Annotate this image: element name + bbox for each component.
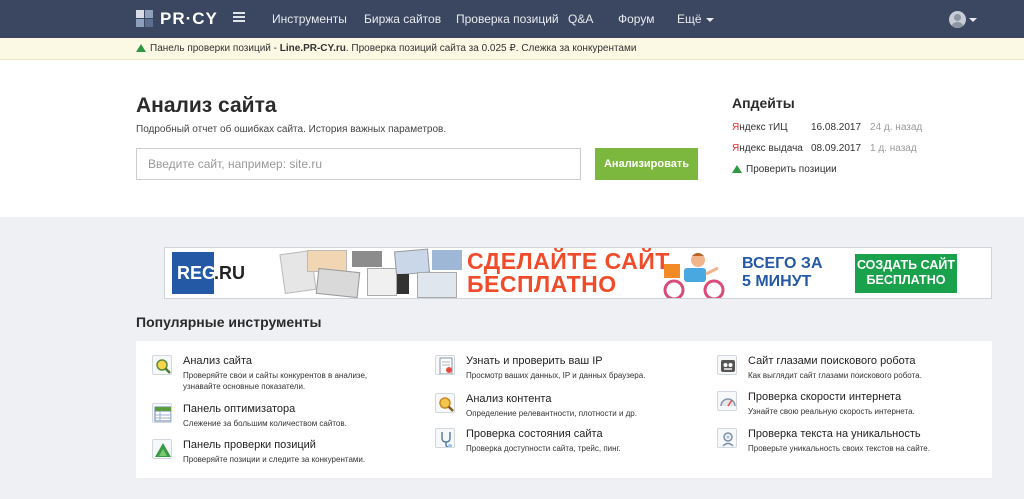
banner-headline-1: СДЕЛАЙТЕ САЙТ <box>467 248 670 274</box>
tool-name[interactable]: Проверка скорости интернета <box>748 391 901 404</box>
ad-banner[interactable]: REG .RU СДЕЛАЙТЕ САЙТ БЕСПЛАТНО ВСЕГО ЗА… <box>164 247 992 299</box>
tool-description: Слежение за большим количеством сайтов. <box>183 419 347 428</box>
magnifier-icon <box>152 355 172 375</box>
website-collage-image <box>277 248 462 298</box>
tool-name[interactable]: Проверка состояния сайта <box>466 428 603 441</box>
tool-name[interactable]: Сайт глазами поискового робота <box>748 355 916 368</box>
content-magnifier-icon <box>435 393 455 413</box>
banner-mid-1: ВСЕГО ЗА <box>742 255 823 272</box>
promo-text[interactable]: Панель проверки позиций - Line.PR-CY.ru.… <box>136 42 636 55</box>
top-navbar: PR·CY Инструменты Биржа сайтов Проверка … <box>0 0 1024 38</box>
nav-item-forum[interactable]: Форум <box>618 11 654 27</box>
popular-tools-panel: Анализ сайта Проверяйте свои и сайты кон… <box>136 341 992 478</box>
nav-item-tools[interactable]: Инструменты <box>272 11 347 27</box>
site-logo[interactable]: PR·CY <box>136 9 218 29</box>
update-ago: 24 д. назад <box>870 122 923 133</box>
green-triangle-icon <box>136 44 146 52</box>
banner-cta-button[interactable]: СОЗДАТЬ САЙТ БЕСПЛАТНО <box>855 254 957 293</box>
update-row-tic: Яндекс тИЦ 16.08.2017 24 д. назад <box>732 121 922 134</box>
user-avatar-icon[interactable] <box>949 11 966 28</box>
uniqueness-icon <box>717 428 737 448</box>
page-subtitle: Подробный отчет об ошибках сайта. Истори… <box>136 124 447 135</box>
positions-icon <box>152 439 172 459</box>
update-date: 08.09.2017 <box>811 143 862 154</box>
tool-name[interactable]: Анализ контента <box>466 393 551 406</box>
popular-tools-title: Популярные инструменты <box>136 314 322 330</box>
table-icon <box>152 403 172 423</box>
stethoscope-icon <box>435 428 455 448</box>
logo-text: PR·CY <box>160 9 218 28</box>
tool-description: Определение релевантности, плотности и д… <box>466 409 637 418</box>
update-row-serp: Яндекс выдача 08.09.2017 1 д. назад <box>732 142 917 155</box>
nav-item-position-check[interactable]: Проверка позиций <box>456 11 559 27</box>
green-triangle-icon <box>732 165 742 173</box>
tool-description: Проверяйте свои и сайты конкурентов в ан… <box>183 371 368 391</box>
avatar-chevron-down-icon[interactable] <box>969 18 977 22</box>
tool-description: Проверка доступности сайта, трейс, пинг. <box>466 444 621 453</box>
robot-icon <box>717 355 737 375</box>
tool-name[interactable]: Панель проверки позиций <box>183 439 316 452</box>
promo-prefix: Панель проверки позиций - <box>150 43 280 54</box>
logo-mark-icon <box>136 10 154 28</box>
ip-document-icon <box>435 355 455 375</box>
banner-logo-text: REG <box>177 263 217 283</box>
hero-section: Анализ сайта Подробный отчет об ошибках … <box>0 60 1024 217</box>
update-date: 16.08.2017 <box>811 122 862 133</box>
banner-logo-suffix: .RU <box>214 263 245 283</box>
promo-link[interactable]: Line.PR-CY.ru <box>280 43 346 54</box>
tool-description: Как выглядит сайт глазами поискового роб… <box>748 371 922 380</box>
site-search-input[interactable] <box>136 148 581 180</box>
tool-description: Узнайте свою реальную скорость интернета… <box>748 407 915 416</box>
tool-description: Проверяйте позиции и следите за конкурен… <box>183 455 366 464</box>
cyclist-illustration-icon <box>663 253 725 298</box>
tool-description: Проверьте уникальность своих текстов на … <box>748 444 930 453</box>
update-ago: 1 д. назад <box>870 143 917 154</box>
tool-description: Просмотр ваших данных, IP и данных брауз… <box>466 371 646 380</box>
tool-name[interactable]: Анализ сайта <box>183 355 252 368</box>
tool-name[interactable]: Проверка текста на уникальность <box>748 428 921 441</box>
promo-strip: Панель проверки позиций - Line.PR-CY.ru.… <box>0 38 1024 60</box>
check-positions-label: Проверить позиции <box>746 164 837 175</box>
nav-item-more[interactable]: Ещё <box>677 11 714 27</box>
tool-name[interactable]: Узнать и проверить ваш IP <box>466 355 603 368</box>
menu-hamburger-icon[interactable] <box>233 12 245 24</box>
tool-name[interactable]: Панель оптимизатора <box>183 403 295 416</box>
banner-headline-2: БЕСПЛАТНО <box>467 271 617 297</box>
speedometer-icon <box>717 391 737 411</box>
page-title: Анализ сайта <box>136 94 277 117</box>
nav-more-label: Ещё <box>677 12 702 26</box>
update-label: ндекс тИЦ <box>739 122 788 133</box>
nav-item-qa[interactable]: Q&A <box>568 11 593 27</box>
check-positions-link[interactable]: Проверить позиции <box>732 163 837 176</box>
promo-suffix: . Проверка позиций сайта за 0.025 ₽. Сле… <box>345 43 637 54</box>
updates-title: Апдейты <box>732 95 795 111</box>
update-label: ндекс выдача <box>739 143 803 154</box>
analyze-button[interactable]: Анализировать <box>595 148 698 180</box>
nav-item-site-exchange[interactable]: Биржа сайтов <box>364 11 441 27</box>
banner-mid-2: 5 МИНУТ <box>742 273 812 290</box>
chevron-down-icon <box>705 17 714 22</box>
